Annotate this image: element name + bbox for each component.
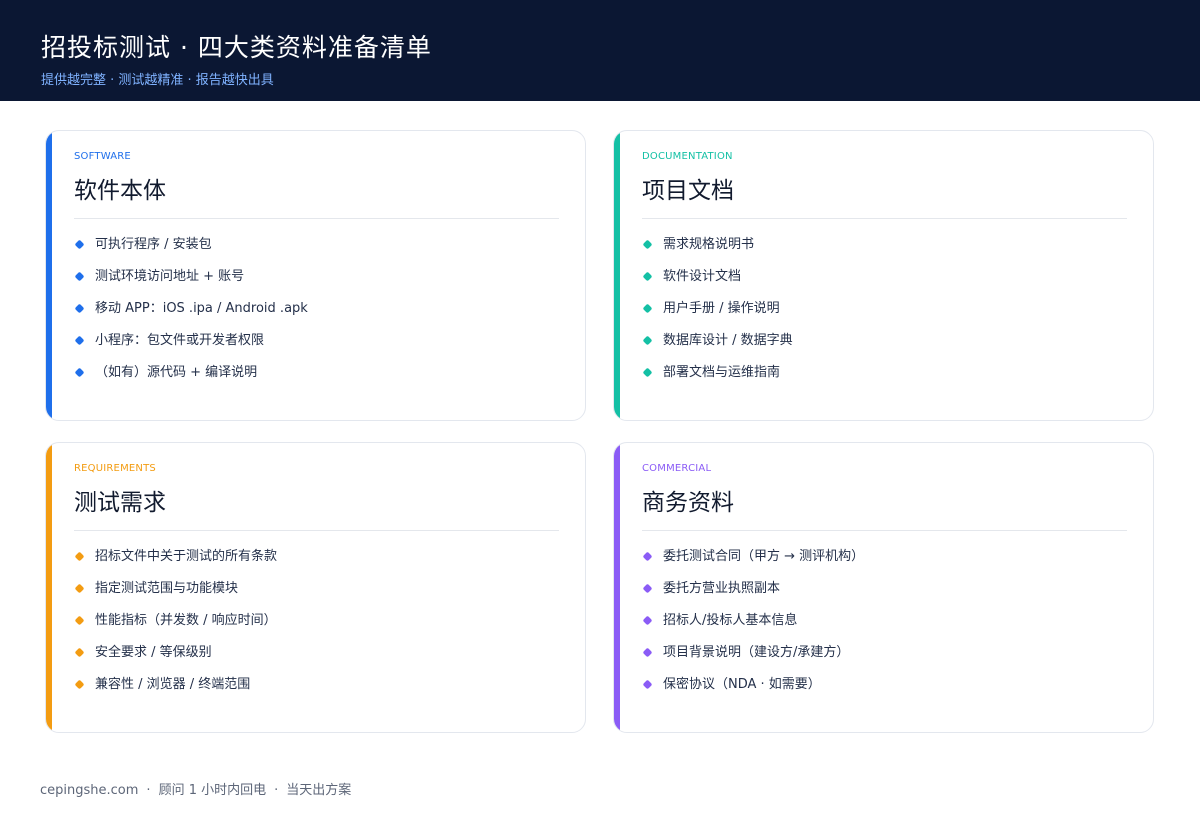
page-title: 招投标测试 · 四大类资料准备清单 <box>41 33 432 62</box>
bullet-icon <box>642 239 653 250</box>
footer-site-link[interactable]: cepingshe.com <box>40 783 138 798</box>
list-item: 软件设计文档 <box>642 265 793 297</box>
list-item: 需求规格说明书 <box>642 233 793 265</box>
list-item: 数据库设计 / 数据字典 <box>642 329 793 361</box>
list-item: 招标人/投标人基本信息 <box>642 609 864 641</box>
list-item-text: 测试环境访问地址 + 账号 <box>95 269 245 284</box>
page-footer: cepingshe.com · 顾问 1 小时内回电 · 当天出方案 <box>40 779 351 798</box>
footer-note-callback: 顾问 1 小时内回电 <box>158 783 267 798</box>
footer-separator: · <box>146 783 151 798</box>
bullet-icon <box>74 583 85 594</box>
bullet-icon <box>642 303 653 314</box>
list-item-text: 性能指标（并发数 / 响应时间） <box>95 613 277 628</box>
bullet-icon <box>642 367 653 378</box>
card-requirements: REQUIREMENTS 测试需求 招标文件中关于测试的所有条款 指定测试范围与… <box>45 442 586 733</box>
card-accent-bar <box>46 443 52 732</box>
list-item: 性能指标（并发数 / 响应时间） <box>74 609 277 641</box>
card-title: 软件本体 <box>74 178 166 204</box>
card-title: 商务资料 <box>642 490 734 516</box>
bullet-icon <box>642 679 653 690</box>
list-item-text: 部署文档与运维指南 <box>663 365 781 380</box>
list-item: 委托测试合同（甲方 → 测评机构） <box>642 545 864 577</box>
list-item-text: 可执行程序 / 安装包 <box>95 237 212 252</box>
list-item-text: 项目背景说明（建设方/承建方） <box>663 645 850 660</box>
card-item-list: 委托测试合同（甲方 → 测评机构） 委托方营业执照副本 招标人/投标人基本信息 … <box>642 545 864 705</box>
list-item-text: 需求规格说明书 <box>663 237 755 252</box>
list-item-text: 软件设计文档 <box>663 269 742 284</box>
list-item-text: 安全要求 / 等保级别 <box>95 645 212 660</box>
bullet-icon <box>642 615 653 626</box>
list-item-text: 招标人/投标人基本信息 <box>663 613 798 628</box>
bullet-icon <box>642 647 653 658</box>
card-tag: SOFTWARE <box>74 151 131 162</box>
footer-separator: · <box>274 783 279 798</box>
list-item: 测试环境访问地址 + 账号 <box>74 265 308 297</box>
list-item: 可执行程序 / 安装包 <box>74 233 308 265</box>
card-divider <box>642 218 1127 219</box>
list-item-text: 保密协议（NDA · 如需要） <box>663 677 821 692</box>
bullet-icon <box>74 335 85 346</box>
list-item: 保密协议（NDA · 如需要） <box>642 673 864 705</box>
list-item-text: 指定测试范围与功能模块 <box>95 581 239 596</box>
list-item: 委托方营业执照副本 <box>642 577 864 609</box>
card-item-list: 需求规格说明书 软件设计文档 用户手册 / 操作说明 数据库设计 / 数据字典 … <box>642 233 793 393</box>
list-item-text: 委托方营业执照副本 <box>663 581 781 596</box>
card-documentation: DOCUMENTATION 项目文档 需求规格说明书 软件设计文档 用户手册 /… <box>613 130 1154 421</box>
bullet-icon <box>74 679 85 690</box>
card-tag: COMMERCIAL <box>642 463 712 474</box>
list-item-text: （如有）源代码 + 编译说明 <box>95 365 258 380</box>
list-item-text: 用户手册 / 操作说明 <box>663 301 780 316</box>
list-item: 项目背景说明（建设方/承建方） <box>642 641 864 673</box>
bullet-icon <box>74 303 85 314</box>
bullet-icon <box>642 551 653 562</box>
card-tag: REQUIREMENTS <box>74 463 156 474</box>
list-item: 招标文件中关于测试的所有条款 <box>74 545 277 577</box>
list-item-text: 委托测试合同（甲方 → 测评机构） <box>663 549 865 564</box>
card-accent-bar <box>614 443 620 732</box>
bullet-icon <box>74 615 85 626</box>
list-item-text: 数据库设计 / 数据字典 <box>663 333 793 348</box>
card-accent-bar <box>614 131 620 420</box>
list-item: （如有）源代码 + 编译说明 <box>74 361 308 393</box>
list-item: 小程序：包文件或开发者权限 <box>74 329 308 361</box>
bullet-icon <box>642 271 653 282</box>
bullet-icon <box>642 335 653 346</box>
list-item: 指定测试范围与功能模块 <box>74 577 277 609</box>
card-item-list: 招标文件中关于测试的所有条款 指定测试范围与功能模块 性能指标（并发数 / 响应… <box>74 545 277 705</box>
list-item-text: 小程序：包文件或开发者权限 <box>95 333 265 348</box>
card-item-list: 可执行程序 / 安装包 测试环境访问地址 + 账号 移动 APP：iOS .ip… <box>74 233 308 393</box>
bullet-icon <box>74 239 85 250</box>
list-item: 兼容性 / 浏览器 / 终端范围 <box>74 673 277 705</box>
list-item: 安全要求 / 等保级别 <box>74 641 277 673</box>
card-tag: DOCUMENTATION <box>642 151 733 162</box>
list-item: 移动 APP：iOS .ipa / Android .apk <box>74 297 308 329</box>
bullet-icon <box>74 271 85 282</box>
card-software: SOFTWARE 软件本体 可执行程序 / 安装包 测试环境访问地址 + 账号 … <box>45 130 586 421</box>
list-item-text: 招标文件中关于测试的所有条款 <box>95 549 278 564</box>
list-item-text: 兼容性 / 浏览器 / 终端范围 <box>95 677 251 692</box>
list-item: 部署文档与运维指南 <box>642 361 793 393</box>
card-divider <box>74 530 559 531</box>
card-divider <box>74 218 559 219</box>
bullet-icon <box>74 647 85 658</box>
bullet-icon <box>642 583 653 594</box>
card-accent-bar <box>46 131 52 420</box>
list-item: 用户手册 / 操作说明 <box>642 297 793 329</box>
card-title: 项目文档 <box>642 178 734 204</box>
card-divider <box>642 530 1127 531</box>
bullet-icon <box>74 367 85 378</box>
footer-note-plan: 当天出方案 <box>286 783 352 798</box>
list-item-text: 移动 APP：iOS .ipa / Android .apk <box>95 301 308 316</box>
bullet-icon <box>74 551 85 562</box>
card-title: 测试需求 <box>74 490 166 516</box>
card-commercial: COMMERCIAL 商务资料 委托测试合同（甲方 → 测评机构） 委托方营业执… <box>613 442 1154 733</box>
page-header: 招投标测试 · 四大类资料准备清单 提供越完整 · 测试越精准 · 报告越快出具 <box>0 0 1200 101</box>
page-subtitle: 提供越完整 · 测试越精准 · 报告越快出具 <box>41 73 274 88</box>
